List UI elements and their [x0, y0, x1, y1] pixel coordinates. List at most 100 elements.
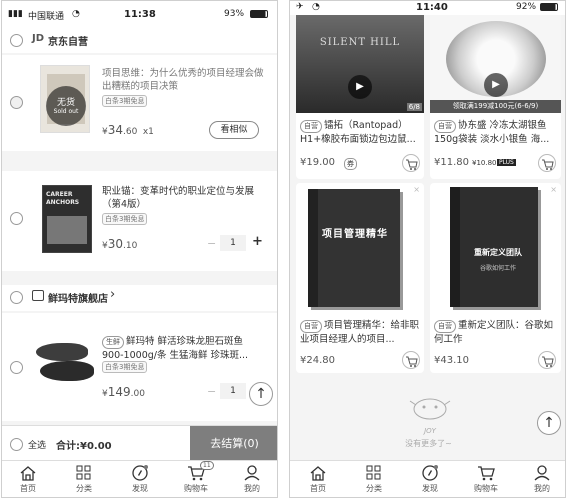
compass-icon — [132, 465, 148, 481]
product-image[interactable]: 重新定义团队 谷歌如何工作 — [450, 187, 538, 307]
product-price: ¥11.80 — [434, 157, 469, 168]
joy-logo: JOY — [424, 427, 436, 435]
user-icon — [534, 465, 550, 481]
product-image[interactable]: SILENT HILL ▶ 6/8 — [296, 15, 424, 113]
item-title[interactable]: 职业锚：变革时代的职业定位与发展（第4版） — [102, 185, 262, 211]
cart-item: 生鲜 鲜玛特 鲜活珍珠龙胆石斑鱼 900-1000g/条 生猛海鲜 珍珠斑... … — [2, 313, 277, 421]
total-amount: 合计:¥0.00 — [56, 441, 112, 452]
product-image[interactable] — [32, 335, 98, 385]
product-card[interactable]: × 重新定义团队 谷歌如何工作 自营 重新定义团队：谷歌如何工作 ¥43.10 — [430, 183, 561, 373]
self-operated-badge: 自营 — [300, 120, 322, 133]
joy-dog-icon — [409, 398, 451, 420]
jd-logo: JD — [32, 33, 45, 44]
decrease-qty-button[interactable]: − — [207, 237, 216, 250]
category-icon — [76, 465, 91, 480]
increase-qty-button[interactable]: + — [252, 234, 263, 249]
self-operated-badge: 自营 — [434, 120, 456, 133]
cart-icon — [542, 159, 554, 170]
item-select-radio[interactable] — [10, 96, 23, 109]
category-icon — [366, 465, 381, 480]
cart-count-badge: 11 — [200, 461, 214, 470]
tab-discover[interactable]: 发现 — [120, 461, 160, 494]
decrease-qty-button[interactable]: − — [207, 385, 216, 398]
checkout-button[interactable]: 去结算(0) — [190, 426, 277, 462]
cart-item: 无货 Sold out 项目思维：为什么优秀的项目经理会做出糟糕的项目决策 白条… — [2, 55, 277, 151]
cart-item: CAREER ANCHORS 职业锚：变革时代的职业定位与发展（第4版） 白条3… — [2, 171, 277, 271]
product-image[interactable]: CAREER ANCHORS — [42, 185, 92, 253]
installment-tag: 白条3期免息 — [102, 361, 148, 373]
cart-icon — [542, 356, 554, 367]
store-select-radio[interactable] — [10, 34, 23, 47]
product-title: 自营 重新定义团队：谷歌如何工作 — [434, 320, 554, 345]
store-name[interactable]: 鲜玛特旗舰店 — [48, 290, 108, 305]
tab-category[interactable]: 分类 — [354, 461, 394, 494]
back-to-top-button[interactable]: ↑ — [537, 411, 561, 435]
cover-subtitle: 谷歌如何工作 — [480, 265, 517, 272]
qty-input[interactable]: 1 — [220, 235, 246, 251]
cover-title: 项目管理精华 — [322, 229, 388, 240]
product-price: ¥43.10 — [434, 355, 469, 366]
add-to-cart-button[interactable] — [402, 154, 420, 172]
item-price: ¥30.10 — [102, 237, 138, 251]
tab-category[interactable]: 分类 — [64, 461, 104, 494]
add-to-cart-button[interactable] — [402, 351, 420, 369]
add-to-cart-button[interactable] — [538, 154, 556, 172]
installment-tag: 白条3期免息 — [102, 95, 148, 107]
promo-banner[interactable]: 领取满199减100元(6-6/9) — [430, 100, 561, 113]
item-price: ¥34.60 x1 — [102, 123, 154, 137]
play-icon[interactable]: ▶ — [348, 75, 372, 99]
close-icon[interactable]: × — [550, 185, 557, 194]
status-time: 11:40 — [416, 2, 448, 13]
item-title[interactable]: 生鲜 鲜玛特 鲜活珍珠龙胆石斑鱼 900-1000g/条 生猛海鲜 珍珠斑... — [102, 335, 262, 362]
compass-icon — [422, 465, 438, 481]
add-to-cart-button[interactable] — [538, 351, 556, 369]
wifi-icon: ◔ — [312, 2, 320, 12]
store-name[interactable]: 京东自营 — [48, 33, 88, 48]
find-similar-button[interactable]: 看相似 — [209, 121, 259, 139]
self-operated-badge: 自营 — [434, 320, 456, 333]
image-counter: 6/8 — [406, 103, 422, 111]
battery-icon — [250, 10, 268, 18]
store-select-radio[interactable] — [10, 291, 23, 304]
tab-me[interactable]: 我的 — [232, 461, 272, 494]
qty-input[interactable]: 1 — [220, 383, 246, 399]
cart-icon — [478, 466, 495, 481]
tab-cart[interactable]: 购物车 — [466, 461, 506, 494]
tab-home[interactable]: 首页 — [298, 461, 338, 494]
tab-me[interactable]: 我的 — [522, 461, 562, 494]
product-image[interactable]: ▶ 领取满199减100元(6-6/9) — [430, 15, 561, 113]
carrier-label: 中国联通 — [28, 12, 65, 22]
item-select-radio[interactable] — [10, 361, 23, 374]
shop-icon — [32, 290, 44, 301]
item-title[interactable]: 项目思维：为什么优秀的项目经理会做出糟糕的项目决策 — [102, 67, 267, 93]
installment-tag: 白条3期免息 — [102, 213, 148, 225]
tab-bar: 首页 分类 发现 购物车 11 我的 — [2, 460, 277, 497]
product-image[interactable]: 项目管理精华 — [308, 189, 400, 307]
select-all-radio[interactable] — [10, 438, 23, 451]
select-all-label[interactable]: 全选 — [28, 438, 46, 451]
cover-title: CAREER ANCHORS — [46, 191, 80, 206]
sold-out-overlay: 无货 Sold out — [46, 86, 86, 126]
wifi-icon: ◔ — [72, 9, 80, 19]
self-operated-badge: 自营 — [300, 320, 322, 333]
signal-icon: ▮▮▮ — [8, 9, 23, 19]
recommendations-screen: ✈ ◔ 11:40 92% SILENT HILL ▶ 6/8 自营 镭拓（Ran… — [289, 0, 566, 498]
play-icon[interactable]: ▶ — [484, 73, 508, 97]
back-to-top-button[interactable]: ↑ — [249, 382, 273, 406]
cart-screen: ▮▮▮ 中国联通 ◔ 11:38 93% JD 京东自营 无货 Sold out… — [1, 0, 278, 498]
product-card[interactable]: × 项目管理精华 自营 项目管理精华：给非职业项目经理人的项目... ¥24.80 — [296, 183, 424, 373]
tab-discover[interactable]: 发现 — [410, 461, 450, 494]
item-select-radio[interactable] — [10, 212, 23, 225]
battery-label: 93% — [224, 9, 245, 19]
tab-cart[interactable]: 购物车 11 — [176, 461, 216, 494]
product-card[interactable]: SILENT HILL ▶ 6/8 自营 镭拓（Rantopad）H1+橡胶布面锁… — [296, 15, 424, 179]
product-card[interactable]: ▶ 领取满199减100元(6-6/9) 自营 协东盛 冷冻太湖银鱼 150g袋装… — [430, 15, 561, 179]
product-title: 自营 镭拓（Rantopad）H1+橡胶布面锁边包边鼠... — [300, 120, 416, 145]
chevron-right-icon[interactable]: › — [110, 287, 115, 302]
close-icon[interactable]: × — [413, 185, 420, 194]
product-image[interactable]: 无货 Sold out — [40, 65, 90, 133]
cart-icon — [406, 159, 418, 170]
airplane-icon: ✈ — [296, 2, 304, 12]
tab-home[interactable]: 首页 — [8, 461, 48, 494]
no-more-text: 没有更多了~ — [405, 439, 452, 448]
